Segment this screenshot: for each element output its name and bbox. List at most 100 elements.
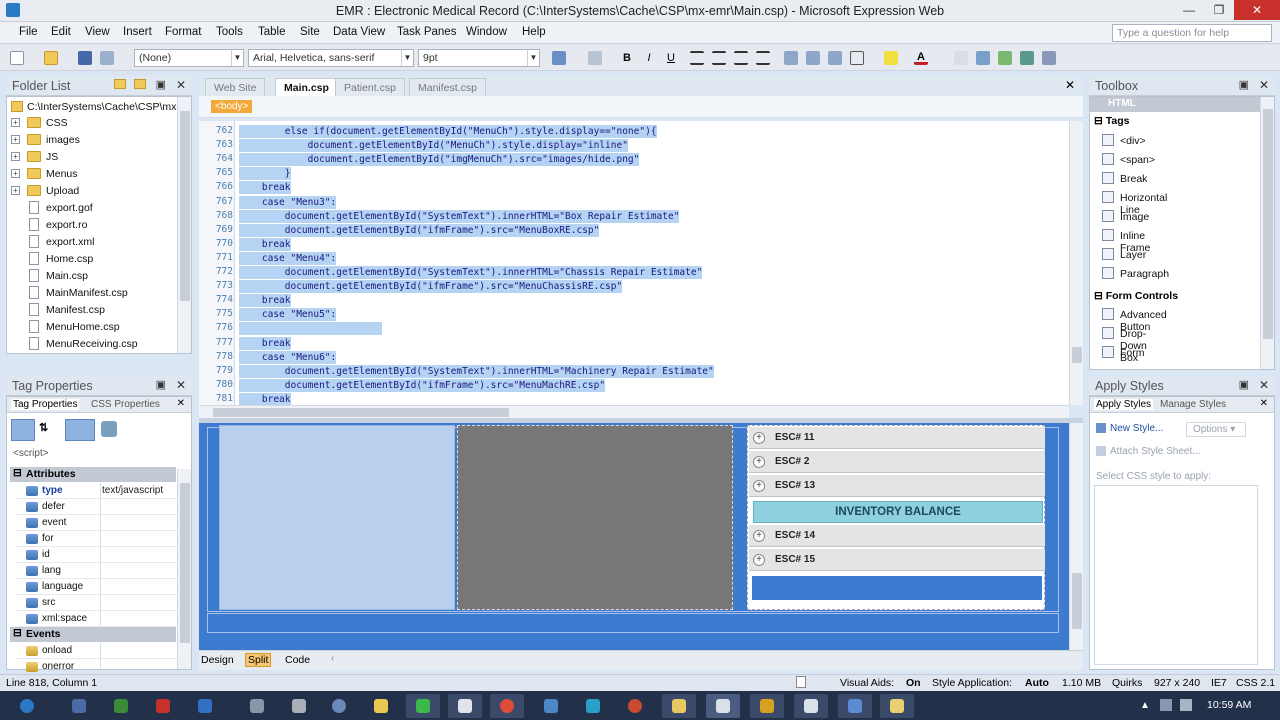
expand-icon[interactable]: + <box>11 135 20 144</box>
menu-item[interactable]: + ESC# 2 <box>749 451 1045 473</box>
close-icon[interactable]: ✕ <box>1260 398 1268 409</box>
tab-manifest-csp[interactable]: Manifest.csp <box>409 78 486 96</box>
taskbar-app-active[interactable] <box>706 694 740 718</box>
code-line[interactable]: break <box>239 237 291 251</box>
attribute-row[interactable]: src <box>16 595 180 611</box>
close-button[interactable]: ✕ <box>1234 0 1280 20</box>
code-line[interactable]: break <box>239 294 291 308</box>
italic-icon[interactable]: I <box>642 51 656 65</box>
expand-icon[interactable]: + <box>11 118 20 127</box>
menu-help[interactable]: Help <box>522 26 546 38</box>
attribute-row[interactable]: type text/javascript <box>16 483 180 499</box>
code-line[interactable]: case "Menu5": <box>239 308 337 322</box>
taskbar-app[interactable] <box>750 694 784 718</box>
file-item[interactable]: Manifest.csp <box>7 302 175 319</box>
pin-icon[interactable]: ▣ <box>1239 378 1249 391</box>
file-item[interactable]: export.ro <box>7 217 175 234</box>
taskbar-app[interactable] <box>794 694 828 718</box>
design-view-tab[interactable]: Design <box>201 654 234 666</box>
menu-item[interactable]: + ESC# 15 <box>749 549 1045 571</box>
scroll-thumb[interactable] <box>1072 573 1082 629</box>
folder-item[interactable]: + images <box>7 132 175 149</box>
event-row[interactable]: onload <box>16 643 180 659</box>
scroll-thumb[interactable] <box>180 483 190 643</box>
breadcrumb-body-tag[interactable]: <body> <box>211 100 253 113</box>
font-family-select[interactable]: Arial, Helvetica, sans-serif ▼ <box>248 49 414 67</box>
expand-icon[interactable]: + <box>11 152 20 161</box>
code-line[interactable]: break <box>239 181 291 195</box>
code-line[interactable]: document.getElementById("SystemText").in… <box>239 266 703 279</box>
tab-css-properties[interactable]: CSS Properties <box>91 399 160 410</box>
code-line[interactable]: document.getElementById("ifmFrame").src=… <box>239 378 606 392</box>
resample-icon[interactable] <box>1020 51 1034 65</box>
code-view[interactable]: 762 else if(document.getElementById("Men… <box>199 121 1069 405</box>
code-line[interactable]: case "Menu4": <box>239 251 337 265</box>
highlight-icon[interactable] <box>884 51 898 65</box>
minimize-button[interactable]: — <box>1174 0 1204 20</box>
page-dimensions[interactable]: 927 x 240 <box>1154 677 1200 689</box>
design-view[interactable]: + ESC# 11 + ESC# 2 + ESC# 13 INVENTORY BALA… <box>199 423 1069 650</box>
close-icon[interactable]: ✕ <box>176 78 186 92</box>
tab-tag-properties[interactable]: Tag Properties <box>11 399 80 410</box>
events-group-header[interactable]: ⊟ Events <box>10 627 176 642</box>
picture-icon[interactable] <box>998 51 1012 65</box>
volume-icon[interactable] <box>1180 699 1192 711</box>
code-line[interactable] <box>239 322 382 336</box>
open-folder-icon[interactable] <box>134 79 146 89</box>
taskbar-app[interactable] <box>618 694 652 718</box>
folder-item[interactable]: + Menus <box>7 166 175 183</box>
underline-icon[interactable]: U <box>664 51 678 65</box>
attach-style-sheet-button[interactable]: Attach Style Sheet... <box>1096 446 1201 457</box>
menu-data-view[interactable]: Data View <box>333 26 385 38</box>
outdent-icon[interactable] <box>828 51 842 65</box>
taskbar-app[interactable] <box>364 694 398 718</box>
pin-icon[interactable]: ▣ <box>156 78 166 91</box>
design-vertical-scrollbar[interactable] <box>1069 423 1083 650</box>
close-icon[interactable]: ✕ <box>1259 378 1269 392</box>
align-left-icon[interactable] <box>690 51 704 65</box>
menu-item[interactable]: + ESC# 14 <box>749 525 1045 547</box>
save-icon[interactable] <box>78 51 92 65</box>
style-application-value[interactable]: Auto <box>1025 677 1049 689</box>
layer-icon[interactable] <box>954 51 968 65</box>
taskbar-app[interactable] <box>240 694 274 718</box>
show-set-properties-icon[interactable] <box>65 419 95 441</box>
code-line[interactable]: document.getElementById("SystemText").in… <box>239 209 680 223</box>
menu-insert[interactable]: Insert <box>123 26 152 38</box>
scroll-left-icon[interactable]: ‹ <box>331 653 334 664</box>
style-select[interactable]: (None) ▼ <box>134 49 244 67</box>
menu-tools[interactable]: Tools <box>216 26 243 38</box>
tab-main-csp[interactable]: Main.csp <box>275 78 338 96</box>
menu-site[interactable]: Site <box>300 26 320 38</box>
file-item[interactable]: Main.csp <box>7 268 175 285</box>
maximize-button[interactable]: ❐ <box>1204 0 1234 20</box>
file-item[interactable]: MenuReceiving.csp <box>7 336 175 353</box>
font-color-icon[interactable]: A <box>914 51 928 65</box>
menu-window[interactable]: Window <box>466 26 507 38</box>
taskbar-app[interactable] <box>448 694 482 718</box>
tab-web-site[interactable]: Web Site <box>205 78 266 96</box>
form-controls-header[interactable]: ⊟ Form Controls <box>1094 290 1178 302</box>
taskbar-app[interactable] <box>322 694 356 718</box>
tab-apply-styles[interactable]: Apply Styles <box>1094 399 1154 410</box>
code-horizontal-scrollbar[interactable] <box>199 405 1069 418</box>
new-style-button[interactable]: New Style... <box>1096 423 1163 434</box>
attribute-row[interactable]: event <box>16 515 180 531</box>
redo-icon[interactable] <box>588 51 602 65</box>
file-item[interactable]: export.gof <box>7 200 175 217</box>
attribute-row[interactable]: xml:space <box>16 611 180 627</box>
taskbar-app[interactable] <box>880 694 914 718</box>
start-button[interactable] <box>10 694 44 718</box>
taskbar-app[interactable] <box>104 694 138 718</box>
code-line[interactable]: break <box>239 336 291 350</box>
taskbar-app[interactable] <box>406 694 440 718</box>
folder-item[interactable]: + CSS <box>7 115 175 132</box>
taskbar-app[interactable] <box>282 694 316 718</box>
tab-manage-styles[interactable]: Manage Styles <box>1160 399 1226 410</box>
taskbar-app[interactable] <box>490 694 524 718</box>
new-folder-icon[interactable] <box>114 79 126 89</box>
open-folder-icon[interactable] <box>44 51 58 65</box>
close-document-icon[interactable]: ✕ <box>1065 78 1075 92</box>
menu-table[interactable]: Table <box>258 26 286 38</box>
expand-icon[interactable]: + <box>11 169 20 178</box>
